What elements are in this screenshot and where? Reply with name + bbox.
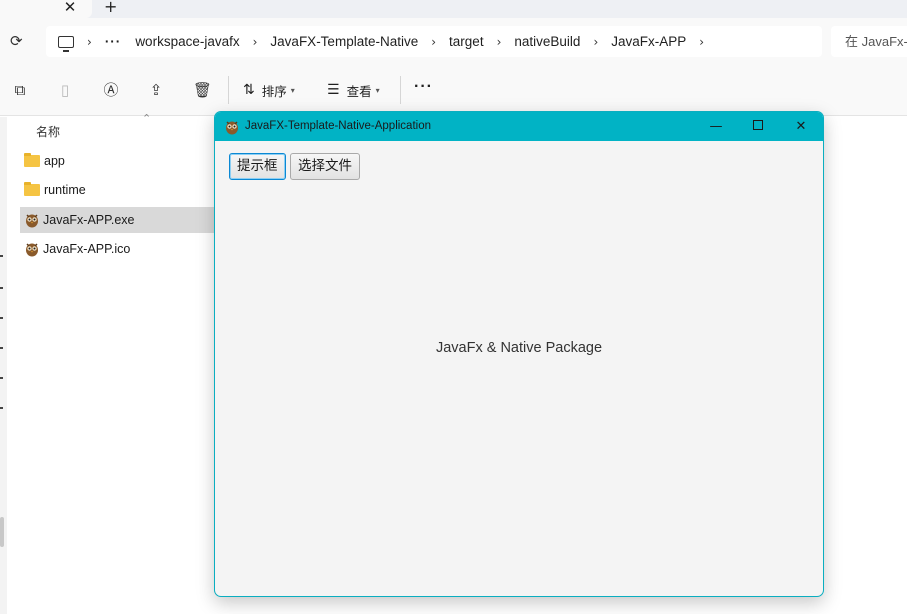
breadcrumb-overflow-button[interactable]: ··· (105, 34, 122, 49)
this-pc-icon[interactable] (58, 35, 74, 52)
navigation-pane-edge (0, 117, 7, 614)
chevron-right-icon[interactable]: › (593, 35, 598, 49)
folder-icon (24, 182, 40, 196)
chevron-right-icon[interactable]: › (253, 35, 258, 49)
file-name: JavaFx-APP.exe (43, 213, 135, 227)
maximize-button[interactable] (737, 112, 779, 141)
command-bar: ⧉ ▯ Ⓐ ⇪ 🗑 ⇅ 排序 ▾ ☰ 查看 ▾ ··· (0, 64, 907, 116)
delete-icon[interactable]: 🗑 (193, 81, 212, 99)
sort-icon: ⇅ (243, 82, 255, 98)
scrollbar-thumb[interactable] (0, 517, 4, 547)
nav-edge-mark (0, 407, 3, 409)
owl-app-icon (226, 121, 238, 135)
view-label: 查看 (346, 84, 372, 99)
minimize-button[interactable]: — (695, 112, 737, 141)
breadcrumb: › ··· workspace-javafx › JavaFX-Template… (58, 26, 717, 57)
more-options-button[interactable]: ··· (414, 78, 433, 96)
nav-edge-mark (0, 377, 3, 379)
address-row: ⟳ › ··· workspace-javafx › JavaFX-Templa… (0, 18, 907, 64)
chevron-down-icon: ▾ (375, 85, 380, 95)
alert-button[interactable]: 提示框 (229, 153, 286, 180)
chevron-right-icon[interactable]: › (87, 35, 92, 49)
address-bar[interactable]: › ··· workspace-javafx › JavaFX-Template… (46, 26, 822, 57)
chevron-right-icon[interactable]: › (431, 35, 436, 49)
column-header-name[interactable]: 名称 (36, 123, 60, 140)
file-name: runtime (44, 183, 86, 197)
explorer-tab[interactable]: ✕ (0, 0, 92, 18)
tab-strip: ✕ + (0, 0, 907, 18)
owl-app-icon (26, 243, 38, 257)
refresh-icon[interactable]: ⟳ (10, 32, 23, 50)
sort-label: 排序 (261, 84, 287, 99)
chevron-right-icon[interactable]: › (497, 35, 502, 49)
choose-file-button[interactable]: 选择文件 (290, 153, 360, 180)
folder-icon (24, 153, 40, 167)
view-icon: ☰ (327, 82, 340, 98)
new-tab-icon[interactable]: + (104, 0, 117, 16)
divider (400, 76, 401, 104)
center-label: JavaFx & Native Package (435, 340, 603, 356)
nav-edge-mark (0, 317, 3, 319)
chevron-down-icon: ▾ (290, 85, 295, 95)
divider (228, 76, 229, 104)
chevron-right-icon[interactable]: › (699, 35, 704, 49)
window-title-bar[interactable]: JavaFX-Template-Native-Application — ✕ (215, 112, 823, 141)
view-button[interactable]: ☰ 查看 ▾ (327, 81, 380, 99)
file-name: app (44, 154, 65, 168)
breadcrumb-item[interactable]: JavaFX-Template-Native (270, 34, 418, 49)
paste-icon[interactable]: ▯ (56, 81, 74, 99)
sort-button[interactable]: ⇅ 排序 ▾ (243, 81, 295, 99)
close-button[interactable]: ✕ (780, 112, 822, 141)
search-input[interactable]: 在 JavaFx-APP 中搜索 (831, 26, 907, 57)
rename-icon[interactable]: Ⓐ (102, 81, 120, 99)
nav-edge-mark (0, 255, 3, 257)
copy-icon[interactable]: ⧉ (11, 81, 29, 99)
nav-edge-mark (0, 287, 3, 289)
javafx-app-window: JavaFX-Template-Native-Application — ✕ 提… (214, 111, 824, 597)
nav-edge-mark (0, 347, 3, 349)
breadcrumb-item[interactable]: workspace-javafx (135, 34, 239, 49)
maximize-icon (753, 120, 763, 130)
owl-app-icon (26, 214, 38, 228)
file-name: JavaFx-APP.ico (43, 242, 131, 256)
close-tab-icon[interactable]: ✕ (62, 0, 78, 16)
window-title: JavaFX-Template-Native-Application (245, 120, 431, 132)
breadcrumb-item[interactable]: nativeBuild (514, 34, 580, 49)
breadcrumb-item[interactable]: target (449, 34, 484, 49)
breadcrumb-item[interactable]: JavaFx-APP (611, 34, 686, 49)
share-icon[interactable]: ⇪ (147, 81, 165, 99)
sort-ascending-icon: ⌃ (142, 112, 152, 125)
